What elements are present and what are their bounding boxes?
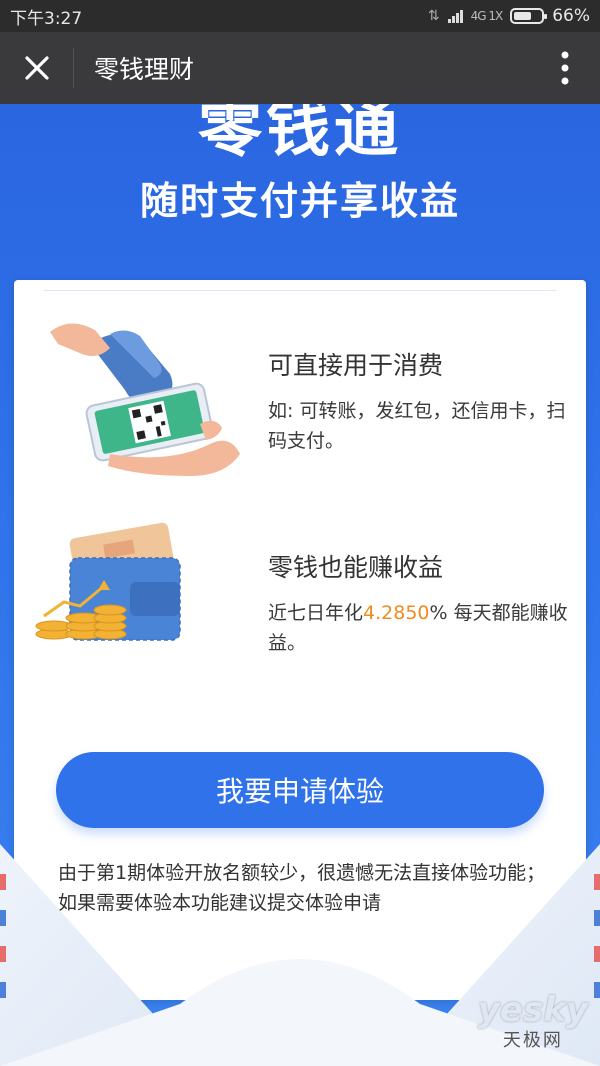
nav-bar: 零钱理财: [0, 32, 600, 104]
battery-fill: [514, 12, 532, 20]
close-icon: [24, 56, 49, 80]
page-title: 零钱理财: [94, 55, 195, 84]
network-type: 4G 1X: [470, 9, 504, 23]
more-button[interactable]: [530, 51, 600, 85]
feature-desc: 近七日年化4.2850% 每天都能赚收益。: [268, 598, 568, 658]
feature-title: 零钱也能赚收益: [268, 553, 444, 582]
more-vertical-icon: [561, 51, 569, 85]
scan-pay-illustration: [50, 323, 240, 476]
annual-rate: 4.2850: [363, 602, 430, 624]
card-divider: [44, 290, 556, 291]
apply-trial-button[interactable]: 我要申请体验: [56, 752, 544, 828]
battery-icon: [510, 8, 548, 24]
status-time: 下午3:27: [10, 8, 83, 29]
wallet-illustration: [35, 522, 181, 641]
feature-item: 可直接用于消费 如: 可转账，发红包，还信用卡，扫码支付。: [268, 346, 568, 456]
data-transfer-icon: ⇅: [427, 8, 440, 24]
hero-title: 零钱通: [198, 104, 402, 166]
rate-prefix: 近七日年化: [268, 602, 364, 624]
hero-subtitle: 随时支付并享收益: [139, 179, 460, 223]
status-icons: ⇅ 4G 1X 66%: [428, 6, 590, 26]
close-button[interactable]: [0, 48, 74, 88]
watermark-main: yesky: [477, 990, 588, 1030]
yesky-watermark: yesky 天极网: [478, 990, 588, 1052]
battery-percent: 66%: [552, 6, 590, 26]
signal-icon: [447, 9, 463, 23]
hero-section: 零钱通 随时支付并享收益 可直接用于消费 如: 可转账，发红包，还信用卡，扫码支…: [0, 104, 600, 1066]
feature-item: 零钱也能赚收益 近七日年化4.2850% 每天都能赚收益。: [268, 548, 568, 658]
feature-desc: 如: 可转账，发红包，还信用卡，扫码支付。: [268, 400, 566, 452]
feature-title: 可直接用于消费: [268, 351, 444, 380]
status-bar: 下午3:27 ⇅ 4G 1X 66%: [0, 0, 600, 32]
